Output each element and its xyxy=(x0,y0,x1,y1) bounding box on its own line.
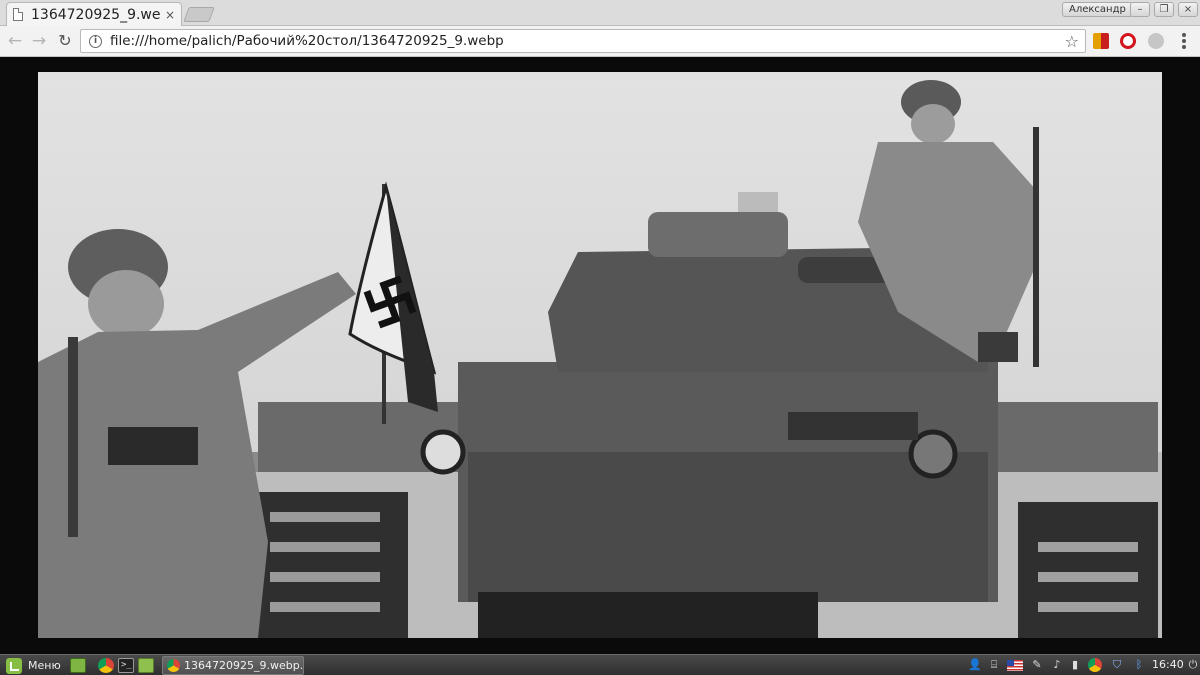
shield-icon[interactable]: ⛉ xyxy=(1110,658,1124,672)
url-text[interactable]: file:///home/palich/Рабочий%20стол/13647… xyxy=(110,33,1065,49)
back-button[interactable]: ← xyxy=(4,30,26,52)
minimize-button[interactable]: – xyxy=(1130,2,1150,17)
show-desktop-icon[interactable] xyxy=(70,658,86,673)
new-tab-button[interactable] xyxy=(183,7,215,22)
power-icon[interactable]: ⏻ xyxy=(1186,658,1200,672)
forward-button[interactable]: → xyxy=(28,30,50,52)
files-launcher-icon[interactable] xyxy=(138,658,154,673)
bookmark-star-icon[interactable]: ☆ xyxy=(1065,32,1079,51)
chrome-tray-icon[interactable] xyxy=(1088,658,1102,672)
profile-button[interactable]: Александр xyxy=(1062,2,1133,17)
start-menu-label: Меню xyxy=(28,659,61,672)
task-label: 1364720925_9.webp... xyxy=(184,659,303,672)
displayed-photo xyxy=(38,72,1162,638)
chrome-launcher-icon[interactable] xyxy=(98,658,114,673)
opera-extension-icon[interactable] xyxy=(1120,33,1136,49)
close-window-button[interactable]: × xyxy=(1178,2,1198,17)
browser-window: 1364720925_9.webp × Александр – ❐ × ← → … xyxy=(0,0,1200,654)
file-icon xyxy=(13,8,23,21)
reload-button[interactable]: ↻ xyxy=(54,30,76,52)
clock[interactable]: 16:40 xyxy=(1152,658,1184,671)
user-icon[interactable]: 👤 xyxy=(968,658,982,672)
chrome-menu-icon[interactable] xyxy=(1176,32,1192,50)
browser-toolbar: ← → ↻ i file:///home/palich/Рабочий%20ст… xyxy=(0,26,1200,57)
photo-illustration xyxy=(38,72,1162,638)
tab-image-file[interactable]: 1364720925_9.webp × xyxy=(6,2,182,26)
chrome-icon xyxy=(167,659,180,672)
terminal-launcher-icon[interactable]: >_ xyxy=(118,658,134,673)
info-icon[interactable]: i xyxy=(89,34,102,48)
tab-title: 1364720925_9.webp xyxy=(31,6,161,23)
address-bar[interactable]: i file:///home/palich/Рабочий%20стол/136… xyxy=(80,29,1086,53)
taskbar: Меню >_ 1364720925_9.webp... 👤 ⌸ ✎ ♪ ▮ ⛉… xyxy=(0,654,1200,675)
us-flag-icon[interactable] xyxy=(1007,660,1023,671)
taskbar-window-chrome[interactable]: 1364720925_9.webp... xyxy=(162,656,304,675)
extension-gray-icon[interactable] xyxy=(1148,33,1164,49)
maximize-button[interactable]: ❐ xyxy=(1154,2,1174,17)
volume-icon[interactable]: ♪ xyxy=(1050,658,1064,672)
pen-icon[interactable]: ✎ xyxy=(1030,658,1044,672)
tab-close-icon[interactable]: × xyxy=(165,8,175,22)
bluetooth-icon[interactable]: ᛒ xyxy=(1132,658,1146,672)
tab-strip: 1364720925_9.webp × Александр – ❐ × xyxy=(0,0,1200,26)
image-viewer xyxy=(0,58,1200,654)
start-menu-button[interactable]: Меню xyxy=(2,656,65,675)
network-icon[interactable]: ⌸ xyxy=(987,658,1001,672)
extension-flag-icon[interactable] xyxy=(1093,33,1109,49)
linux-mint-icon xyxy=(6,657,22,674)
battery-icon[interactable]: ▮ xyxy=(1068,658,1082,672)
